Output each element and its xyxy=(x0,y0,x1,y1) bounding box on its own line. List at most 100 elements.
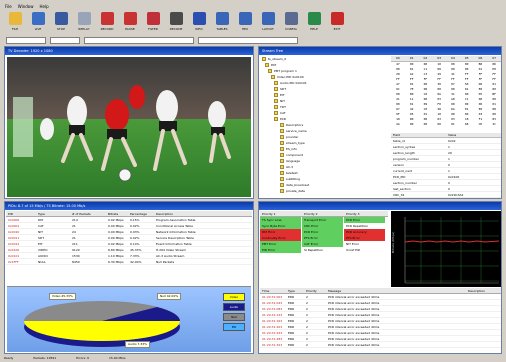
hex-byte[interactable]: 68 xyxy=(460,122,474,127)
hex-col-header: 01 xyxy=(409,56,414,60)
stream-pid-field[interactable] xyxy=(50,37,80,44)
log-priority: 2 xyxy=(306,330,308,335)
log-priority: 2 xyxy=(306,312,308,317)
packets-cell: 1530 xyxy=(72,253,80,258)
folder-icon xyxy=(274,99,278,103)
hex-byte[interactable]: CE xyxy=(474,122,488,127)
tree-node-label: stream_type xyxy=(286,141,305,145)
log-type: ERR xyxy=(288,312,295,317)
col-bitrate[interactable]: Bitrate xyxy=(106,212,128,216)
toolbar-button-tables[interactable]: TABLES xyxy=(212,10,232,34)
menu-help[interactable]: Help xyxy=(39,4,48,9)
legend-video: Video xyxy=(223,293,245,301)
log-priority: 2 xyxy=(306,336,308,341)
tree-node-label: language xyxy=(286,159,300,163)
tree-node-label: teletext xyxy=(286,171,298,175)
priority-indicator[interactable]: PID Error xyxy=(260,247,302,253)
toolbar-label: RECORD xyxy=(100,27,114,31)
pie-callout-null: Null 42.00% xyxy=(157,293,182,300)
toolbar-button-decode[interactable]: DECODE xyxy=(166,10,186,34)
stream-tree: ts_stream_0 PAT PMT program 1 Video PID 0x0… xyxy=(260,56,390,198)
log-priority: 2 xyxy=(306,324,308,329)
toolbar-button-exit[interactable]: EXIT xyxy=(327,10,347,34)
toolbar-button-file[interactable]: FILE xyxy=(5,10,25,34)
field-value: 0x0100 xyxy=(448,174,460,179)
hex-byte[interactable]: 2A xyxy=(391,122,405,127)
toolbar-button-stop[interactable]: STOP xyxy=(51,10,71,34)
field-name: section_syntax xyxy=(393,144,416,149)
log-type: ERR xyxy=(288,294,295,299)
log-col-type[interactable]: Type xyxy=(286,289,304,293)
toolbar-button-config[interactable]: CONFIG xyxy=(281,10,301,34)
tree-node-label: private_data xyxy=(286,189,305,193)
pid-cell: 0x0001 xyxy=(8,223,20,228)
log-message: PCR interval error exceeded 40ms xyxy=(328,336,380,341)
bitrate-cell: 0.02 Mbps xyxy=(108,241,124,246)
hex-view: 00 01 02 03 04 05 06 07 47 00 00 10 00 00 B0 0D 00 01 C1 0… xyxy=(391,56,501,132)
toolbar-button-pause[interactable]: PAUSE xyxy=(120,10,140,34)
hex-byte[interactable]: 3C xyxy=(487,122,501,127)
field-row[interactable]: CRC_32 0x29C3A2 xyxy=(391,192,501,198)
log-row[interactable]: 01:20:31:323 ERR 2 PCR interval error excee… xyxy=(260,342,501,348)
log-col-time[interactable]: Time xyxy=(260,289,286,293)
hex-byte[interactable]: 01 xyxy=(446,122,460,127)
log-time: 01:20:31:043 xyxy=(262,300,283,305)
video-frame-image xyxy=(7,57,251,197)
menu-file[interactable]: File xyxy=(5,4,12,9)
folder-icon xyxy=(280,189,284,193)
tree-node-label: PCR xyxy=(280,117,286,121)
stream-source-field[interactable] xyxy=(6,37,46,44)
log-message: PCR interval error exceeded 40ms xyxy=(328,330,380,335)
stream-tree-pane: Stream Tree ts_stream_0 PAT PMT program 1 V… xyxy=(258,46,502,199)
toolbar-button-info[interactable]: INFO xyxy=(189,10,209,34)
field-name: CRC_32 xyxy=(393,192,405,197)
percentage-cell: 45.33% xyxy=(130,247,142,252)
toolbar-label: PAUSE xyxy=(125,27,135,31)
tree-node[interactable]: private_data xyxy=(260,188,390,194)
pid-pane: PIDs: 8.7 of 15 Mb/s / TS Bitrate: 15.00… xyxy=(4,201,254,354)
priority-indicator[interactable]: Unref PID xyxy=(344,247,386,253)
log-time: 01:20:31:083 xyxy=(262,306,283,311)
toolbar-button-hex[interactable]: HEX xyxy=(235,10,255,34)
monitor-pane-title xyxy=(259,202,501,210)
col-pid[interactable]: PID xyxy=(6,212,36,216)
toolbar-button-live[interactable]: LIVE xyxy=(28,10,48,34)
type-cell: SDT xyxy=(38,235,45,240)
hex-byte[interactable]: 00 xyxy=(419,122,433,127)
hex-icon xyxy=(238,12,252,25)
type-cell: AUDIO xyxy=(38,253,48,258)
col-percentage[interactable]: Percentage xyxy=(128,212,154,216)
log-col-description[interactable]: Description xyxy=(466,289,500,293)
hex-byte[interactable]: 00 xyxy=(432,122,446,127)
stop-icon xyxy=(54,12,68,25)
percentage-cell: 0.02% xyxy=(130,223,140,228)
hex-byte[interactable]: 00 xyxy=(405,122,419,127)
pid-row[interactable]: 0x1FFF NULL 8450 6.30 Mbps 42.00% Null Packet… xyxy=(6,259,252,265)
field-col-value: Value xyxy=(448,133,457,137)
toolbar-button-help[interactable]: HELP xyxy=(304,10,324,34)
toolbar-button-replay[interactable]: REPLAY xyxy=(74,10,94,34)
log-col-message[interactable]: Message xyxy=(326,289,466,293)
toolbar-button-filter[interactable]: FILTER xyxy=(143,10,163,34)
toolbar-label: INFO xyxy=(195,27,203,31)
col-description[interactable]: Description xyxy=(154,212,252,216)
description-cell: AC-3 Audio Stream xyxy=(156,253,185,258)
priority-2-header: Priority 2 xyxy=(304,211,318,216)
col-packets[interactable]: # of Packets xyxy=(70,212,106,216)
field-value: 1 xyxy=(448,144,450,149)
stream-status-field[interactable] xyxy=(198,37,298,44)
toolbar-button-record[interactable]: RECORD xyxy=(97,10,117,34)
menu-window[interactable]: Window xyxy=(18,4,34,9)
toolbar-button-layout[interactable]: LAYOUT xyxy=(258,10,278,34)
hex-col-header: 05 xyxy=(464,56,469,60)
log-message: PCR interval error exceeded 40ms xyxy=(328,300,380,305)
log-time: 01:20:31:123 xyxy=(262,312,283,317)
stream-info-field[interactable] xyxy=(84,37,194,44)
field-value: 0 xyxy=(448,162,450,167)
log-col-priority[interactable]: Priority xyxy=(304,289,326,293)
legend-null: Null xyxy=(223,313,245,321)
priority-indicator[interactable]: SI Repetition xyxy=(302,247,344,253)
packets-cell: 21 xyxy=(72,223,76,228)
col-type[interactable]: Type xyxy=(36,212,70,216)
log-type: ERR xyxy=(288,306,295,311)
